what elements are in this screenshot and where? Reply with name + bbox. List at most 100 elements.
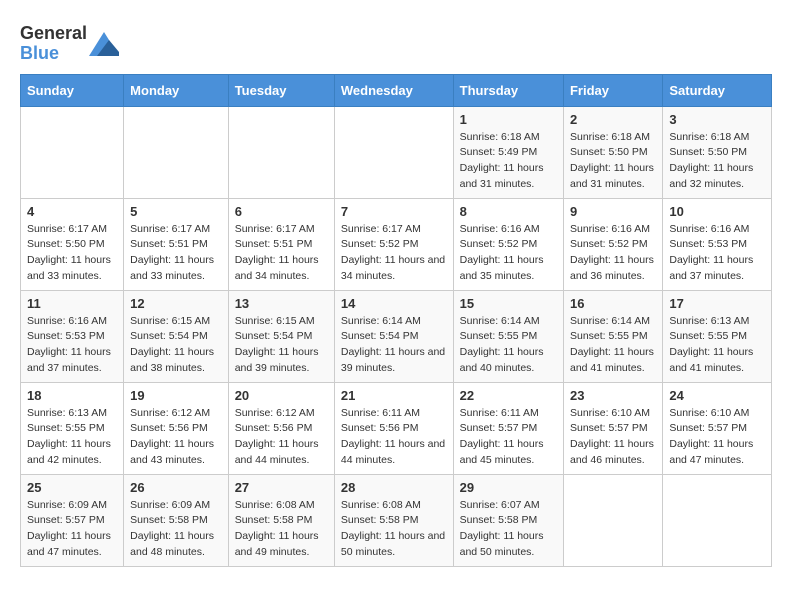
day-number: 20 xyxy=(235,388,328,403)
day-number: 21 xyxy=(341,388,447,403)
calendar-cell xyxy=(124,106,229,198)
calendar-cell: 26 Sunrise: 6:09 AMSunset: 5:58 PMDayligh… xyxy=(124,474,229,566)
day-number: 24 xyxy=(669,388,765,403)
day-info: Sunrise: 6:15 AMSunset: 5:54 PMDaylight:… xyxy=(130,314,222,377)
day-info: Sunrise: 6:07 AMSunset: 5:58 PMDaylight:… xyxy=(460,498,557,561)
day-info: Sunrise: 6:17 AMSunset: 5:51 PMDaylight:… xyxy=(130,222,222,285)
day-number: 18 xyxy=(27,388,117,403)
calendar-cell: 7 Sunrise: 6:17 AMSunset: 5:52 PMDaylight… xyxy=(334,198,453,290)
calendar-cell: 28 Sunrise: 6:08 AMSunset: 5:58 PMDayligh… xyxy=(334,474,453,566)
day-number: 27 xyxy=(235,480,328,495)
day-info: Sunrise: 6:14 AMSunset: 5:54 PMDaylight:… xyxy=(341,314,447,377)
calendar-cell: 16 Sunrise: 6:14 AMSunset: 5:55 PMDayligh… xyxy=(563,290,662,382)
day-info: Sunrise: 6:18 AMSunset: 5:50 PMDaylight:… xyxy=(570,130,656,193)
calendar-header: SundayMondayTuesdayWednesdayThursdayFrid… xyxy=(21,74,772,106)
day-info: Sunrise: 6:12 AMSunset: 5:56 PMDaylight:… xyxy=(130,406,222,469)
day-number: 16 xyxy=(570,296,656,311)
calendar-cell: 22 Sunrise: 6:11 AMSunset: 5:57 PMDayligh… xyxy=(453,382,563,474)
header-day-friday: Friday xyxy=(563,74,662,106)
calendar-cell xyxy=(563,474,662,566)
day-number: 26 xyxy=(130,480,222,495)
day-info: Sunrise: 6:18 AMSunset: 5:50 PMDaylight:… xyxy=(669,130,765,193)
logo: GeneralBlue xyxy=(20,24,119,64)
calendar-cell: 10 Sunrise: 6:16 AMSunset: 5:53 PMDayligh… xyxy=(663,198,772,290)
day-number: 2 xyxy=(570,112,656,127)
day-number: 7 xyxy=(341,204,447,219)
day-info: Sunrise: 6:08 AMSunset: 5:58 PMDaylight:… xyxy=(341,498,447,561)
calendar-cell: 8Sunrise: 6:16 AMSunset: 5:52 PMDaylight… xyxy=(453,198,563,290)
day-number: 10 xyxy=(669,204,765,219)
day-info: Sunrise: 6:10 AMSunset: 5:57 PMDaylight:… xyxy=(570,406,656,469)
calendar-cell: 20 Sunrise: 6:12 AMSunset: 5:56 PMDayligh… xyxy=(228,382,334,474)
day-number: 22 xyxy=(460,388,557,403)
day-number: 19 xyxy=(130,388,222,403)
calendar-cell: 23 Sunrise: 6:10 AMSunset: 5:57 PMDayligh… xyxy=(563,382,662,474)
calendar-cell: 24Sunrise: 6:10 AMSunset: 5:57 PMDayligh… xyxy=(663,382,772,474)
day-number: 5 xyxy=(130,204,222,219)
day-number: 14 xyxy=(341,296,447,311)
calendar-table: SundayMondayTuesdayWednesdayThursdayFrid… xyxy=(20,74,772,567)
day-number: 12 xyxy=(130,296,222,311)
day-info: Sunrise: 6:16 AMSunset: 5:52 PMDaylight:… xyxy=(570,222,656,285)
calendar-cell xyxy=(663,474,772,566)
day-info: Sunrise: 6:13 AMSunset: 5:55 PMDaylight:… xyxy=(669,314,765,377)
logo-blue: Blue xyxy=(20,43,59,63)
week-row-1: 1 Sunrise: 6:18 AMSunset: 5:49 PMDaylight… xyxy=(21,106,772,198)
day-number: 1 xyxy=(460,112,557,127)
header-day-sunday: Sunday xyxy=(21,74,124,106)
calendar-cell: 4 Sunrise: 6:17 AMSunset: 5:50 PMDaylight… xyxy=(21,198,124,290)
calendar-cell: 13 Sunrise: 6:15 AMSunset: 5:54 PMDayligh… xyxy=(228,290,334,382)
day-number: 13 xyxy=(235,296,328,311)
week-row-3: 11 Sunrise: 6:16 AMSunset: 5:53 PMDayligh… xyxy=(21,290,772,382)
calendar-cell: 18 Sunrise: 6:13 AMSunset: 5:55 PMDayligh… xyxy=(21,382,124,474)
day-info: Sunrise: 6:17 AMSunset: 5:51 PMDaylight:… xyxy=(235,222,328,285)
day-number: 28 xyxy=(341,480,447,495)
calendar-cell: 5 Sunrise: 6:17 AMSunset: 5:51 PMDaylight… xyxy=(124,198,229,290)
day-info: Sunrise: 6:18 AMSunset: 5:49 PMDaylight:… xyxy=(460,130,557,193)
header-section: GeneralBlue xyxy=(20,20,772,64)
calendar-cell xyxy=(21,106,124,198)
calendar-cell: 21 Sunrise: 6:11 AMSunset: 5:56 PMDayligh… xyxy=(334,382,453,474)
calendar-cell: 14 Sunrise: 6:14 AMSunset: 5:54 PMDayligh… xyxy=(334,290,453,382)
day-number: 3 xyxy=(669,112,765,127)
day-info: Sunrise: 6:16 AMSunset: 5:53 PMDaylight:… xyxy=(27,314,117,377)
header-day-saturday: Saturday xyxy=(663,74,772,106)
calendar-cell xyxy=(228,106,334,198)
logo-icon xyxy=(89,32,119,56)
calendar-cell xyxy=(334,106,453,198)
day-number: 15 xyxy=(460,296,557,311)
day-info: Sunrise: 6:09 AMSunset: 5:58 PMDaylight:… xyxy=(130,498,222,561)
day-info: Sunrise: 6:11 AMSunset: 5:57 PMDaylight:… xyxy=(460,406,557,469)
day-number: 6 xyxy=(235,204,328,219)
day-info: Sunrise: 6:16 AMSunset: 5:53 PMDaylight:… xyxy=(669,222,765,285)
calendar-cell: 6 Sunrise: 6:17 AMSunset: 5:51 PMDaylight… xyxy=(228,198,334,290)
day-number: 23 xyxy=(570,388,656,403)
day-number: 11 xyxy=(27,296,117,311)
header-day-tuesday: Tuesday xyxy=(228,74,334,106)
day-number: 17 xyxy=(669,296,765,311)
calendar-cell: 12 Sunrise: 6:15 AMSunset: 5:54 PMDayligh… xyxy=(124,290,229,382)
calendar-cell: 9Sunrise: 6:16 AMSunset: 5:52 PMDaylight… xyxy=(563,198,662,290)
day-info: Sunrise: 6:14 AMSunset: 5:55 PMDaylight:… xyxy=(570,314,656,377)
week-row-5: 25 Sunrise: 6:09 AMSunset: 5:57 PMDayligh… xyxy=(21,474,772,566)
day-number: 4 xyxy=(27,204,117,219)
day-info: Sunrise: 6:09 AMSunset: 5:57 PMDaylight:… xyxy=(27,498,117,561)
day-info: Sunrise: 6:14 AMSunset: 5:55 PMDaylight:… xyxy=(460,314,557,377)
calendar-cell: 15 Sunrise: 6:14 AMSunset: 5:55 PMDayligh… xyxy=(453,290,563,382)
day-info: Sunrise: 6:11 AMSunset: 5:56 PMDaylight:… xyxy=(341,406,447,469)
week-row-4: 18 Sunrise: 6:13 AMSunset: 5:55 PMDayligh… xyxy=(21,382,772,474)
calendar-cell: 27Sunrise: 6:08 AMSunset: 5:58 PMDayligh… xyxy=(228,474,334,566)
day-info: Sunrise: 6:17 AMSunset: 5:52 PMDaylight:… xyxy=(341,222,447,285)
header-day-thursday: Thursday xyxy=(453,74,563,106)
logo-text: GeneralBlue xyxy=(20,24,87,64)
day-info: Sunrise: 6:17 AMSunset: 5:50 PMDaylight:… xyxy=(27,222,117,285)
header-day-monday: Monday xyxy=(124,74,229,106)
calendar-body: 1 Sunrise: 6:18 AMSunset: 5:49 PMDaylight… xyxy=(21,106,772,566)
day-info: Sunrise: 6:15 AMSunset: 5:54 PMDaylight:… xyxy=(235,314,328,377)
day-number: 29 xyxy=(460,480,557,495)
calendar-cell: 25 Sunrise: 6:09 AMSunset: 5:57 PMDayligh… xyxy=(21,474,124,566)
day-number: 25 xyxy=(27,480,117,495)
day-info: Sunrise: 6:12 AMSunset: 5:56 PMDaylight:… xyxy=(235,406,328,469)
day-info: Sunrise: 6:13 AMSunset: 5:55 PMDaylight:… xyxy=(27,406,117,469)
header-row: SundayMondayTuesdayWednesdayThursdayFrid… xyxy=(21,74,772,106)
